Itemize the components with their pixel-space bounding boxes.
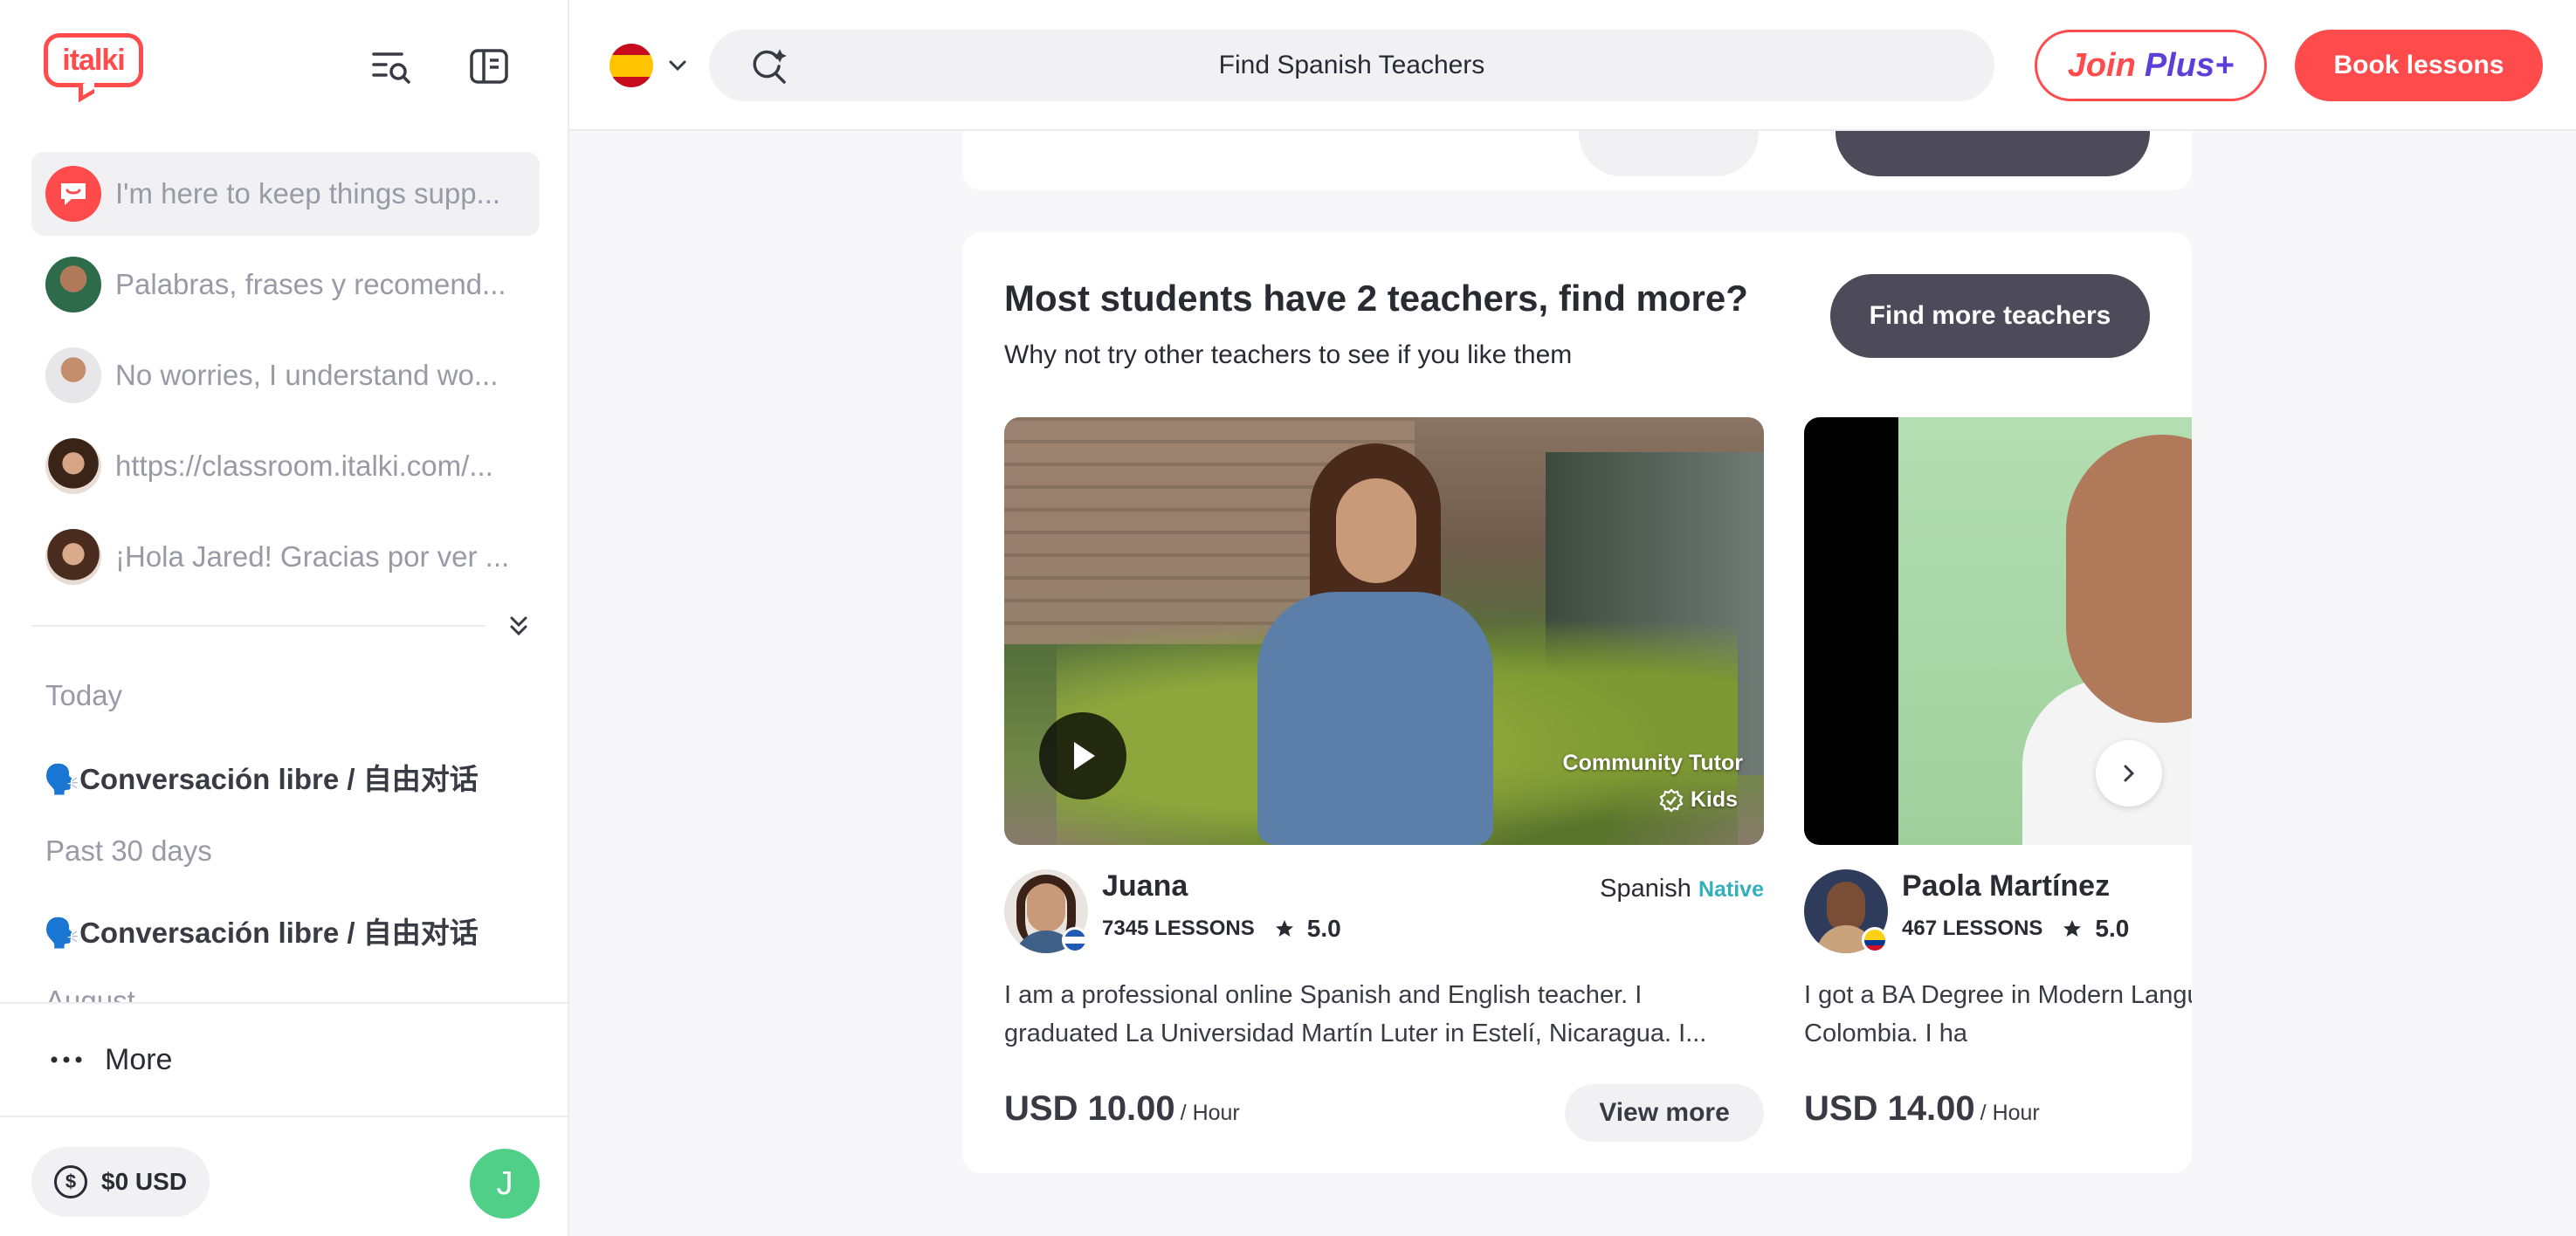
teacher-price: USD 10.00/ Hour [1004,1089,1240,1129]
balance-amount: $0 USD [101,1168,188,1195]
teacher-video[interactable]: Community Tutor Kids [1004,417,1764,845]
teacher-description: I got a BA Degree in Modern Languages Ma… [1804,981,2192,1047]
lesson-count: 467 LESSONS [1902,917,2043,940]
wallet-balance[interactable]: $ $0 USD [31,1147,210,1217]
join-plus-button[interactable]: Join Plus+ [2035,30,2267,101]
sidebar: italki I'm here to keep things supp... P… [0,0,569,1236]
star-icon [2063,920,2082,937]
secondary-button[interactable] [1579,131,1759,176]
price-unit: / Hour [1180,1101,1240,1125]
previous-card [962,131,2192,190]
avatar [45,257,101,312]
avatar [45,347,101,403]
avatar [45,438,101,494]
search-history-icon[interactable] [368,44,414,89]
chat-item[interactable]: Palabras, frases y recomend... [31,243,540,326]
teacher-stats: 467 LESSONS 5.0 [1902,915,2129,943]
star-icon [1275,920,1293,937]
price-unit: / Hour [1980,1101,2040,1125]
chat-preview: I'm here to keep things supp... [115,177,501,209]
card-subtitle: Why not try other teachers to see if you… [1004,340,1573,369]
teacher-name[interactable]: Paola Martínez [1902,869,2110,903]
more-dots-icon [51,1056,82,1063]
card-title: Most students have 2 teachers, find more… [1004,278,1748,319]
teacher-language: Spanish Native [1600,875,1764,903]
play-icon[interactable] [1039,712,1126,800]
teacher-name[interactable]: Juana [1102,869,1188,903]
avatar [45,529,101,585]
chat-list: I'm here to keep things supp... Palabras… [31,152,540,606]
primary-button[interactable] [1836,131,2150,176]
teacher-price: USD 14.00/ Hour [1804,1089,2040,1129]
user-avatar[interactable]: J [470,1149,540,1219]
search-sparkle-icon [751,47,789,90]
teacher-card[interactable]: Paola Martínez 467 LESSONS 5.0 I got a B… [1804,417,2192,1142]
dollar-coin-icon: $ [54,1165,87,1198]
chat-item[interactable]: I'm here to keep things supp... [31,152,540,236]
chevrons-down-icon[interactable] [503,611,534,642]
history-item[interactable]: 🗣️Conversación libre / 自由对话 [44,910,479,951]
rating: 5.0 [1306,915,1341,942]
join-label: Join [2067,46,2136,84]
kids-label: Kids [1690,787,1738,812]
chat-item[interactable]: No worries, I understand wo... [31,333,540,417]
divider [31,625,486,627]
price-amount: USD 10.00 [1004,1089,1175,1128]
find-more-teachers-card: Most students have 2 teachers, find more… [962,232,2192,1173]
language-selector[interactable] [610,44,688,87]
top-bar: Find Spanish Teachers Join Plus+ Book le… [569,0,2576,131]
find-more-teachers-button[interactable]: Find more teachers [1830,274,2150,358]
lesson-count: 7345 LESSONS [1102,917,1255,940]
teacher-search-bar[interactable]: Find Spanish Teachers [709,30,1994,101]
spain-flag-icon [610,44,653,87]
language-name: Spanish [1600,875,1691,903]
sidebar-footer: $ $0 USD J [0,1116,568,1236]
price-amount: USD 14.00 [1804,1089,1975,1128]
history-section-today: Today [45,679,123,711]
search-text: Find Spanish Teachers [1218,51,1485,79]
chat-preview: Palabras, frases y recomend... [115,268,506,300]
teacher-stats: 7345 LESSONS 5.0 [1102,915,1341,943]
support-avatar [45,166,101,222]
nicaragua-flag-icon [1062,927,1088,953]
panel-toggle-icon[interactable] [466,44,512,89]
kids-tag: Kids [1659,787,1738,813]
verified-badge-icon [1659,787,1684,813]
view-more-button[interactable]: View more [1565,1084,1764,1142]
chat-bubble-icon [61,183,86,205]
rating: 5.0 [2095,915,2130,942]
history-section-past-30-days: Past 30 days [45,834,212,867]
carousel-next-button[interactable] [2096,740,2162,807]
chat-preview: No worries, I understand wo... [115,359,499,391]
chat-item[interactable]: ¡Hola Jared! Gracias por ver ... [31,515,540,599]
community-tutor-tag: Community Tutor [1562,751,1743,775]
book-lessons-button[interactable]: Book lessons [2295,30,2543,101]
colombia-flag-icon [1862,927,1888,953]
chat-preview: ¡Hola Jared! Gracias por ver ... [115,540,510,573]
chevron-right-icon [2124,765,2135,782]
more-button[interactable]: More [0,1002,568,1116]
plus-label: Plus+ [2144,46,2235,84]
sidebar-header: italki [0,0,568,131]
chat-preview: https://classroom.italki.com/... [115,450,493,482]
teacher-card[interactable]: Community Tutor Kids Juana 7345 LESSONS … [1004,417,1764,1142]
chat-item[interactable]: https://classroom.italki.com/... [31,424,540,508]
language-level: Native [1698,877,1764,902]
teacher-description: I am a professional online Spanish and E… [1004,981,1707,1047]
more-label: More [105,1042,173,1076]
chevron-down-icon [669,60,686,72]
teacher-video[interactable] [1804,417,2192,845]
history-item[interactable]: 🗣️Conversación libre / 自由对话 [44,756,479,798]
italki-logo[interactable]: italki [44,33,145,103]
